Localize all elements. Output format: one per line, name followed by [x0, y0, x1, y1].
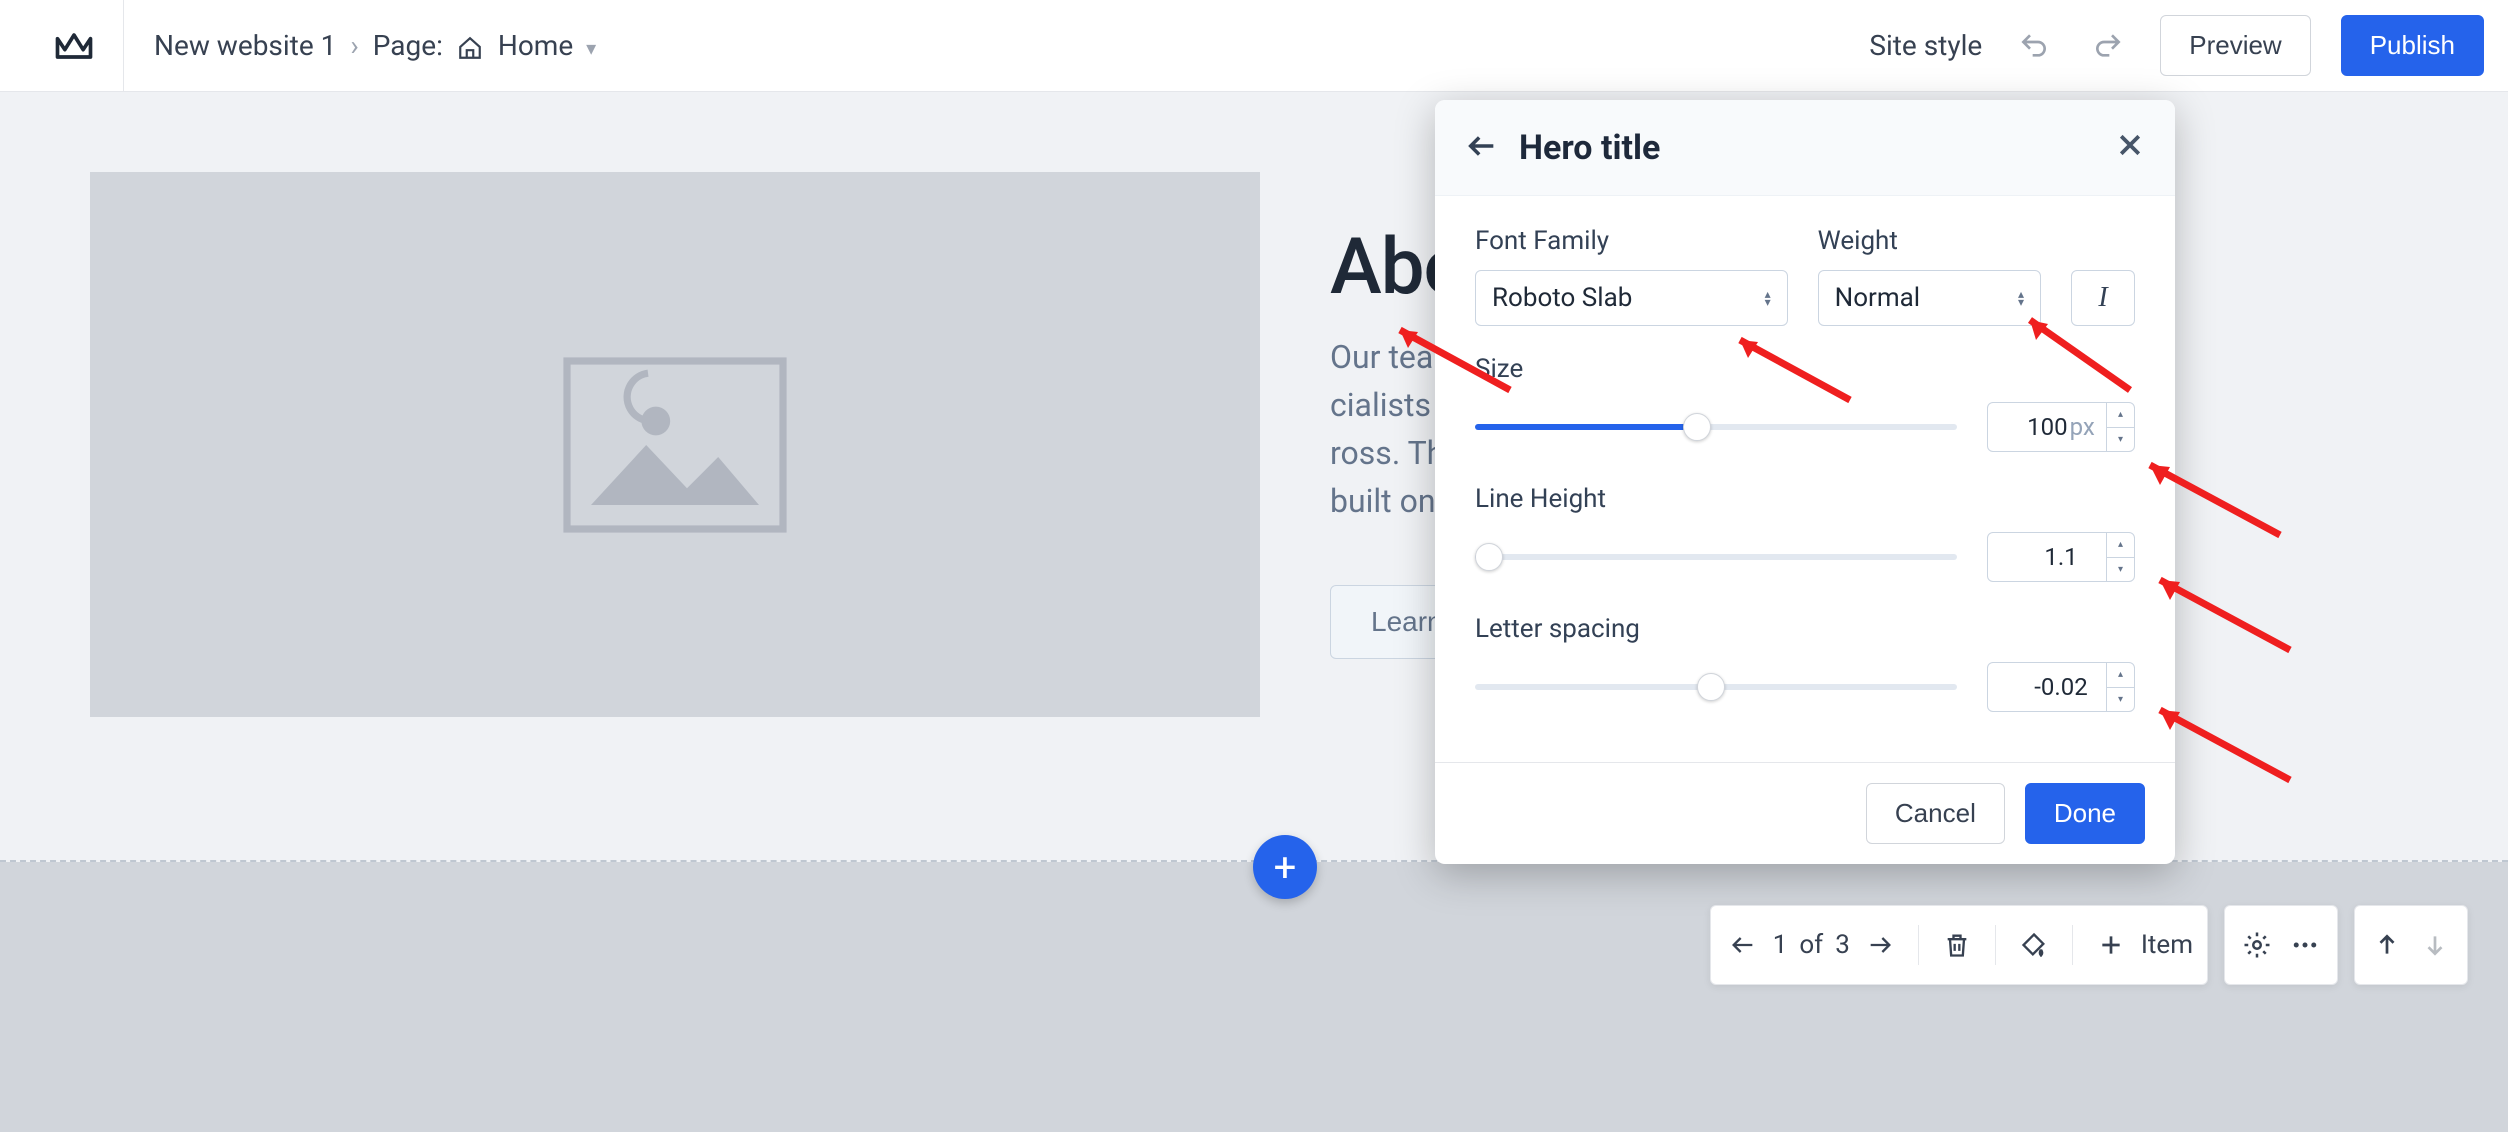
publish-button[interactable]: Publish [2341, 15, 2484, 76]
weight-label: Weight [1818, 226, 2041, 256]
spinner-arrows-icon[interactable]: ▴▾ [2106, 533, 2134, 581]
arrow-left-icon [1465, 129, 1499, 163]
panel-title: Hero title [1519, 128, 1660, 168]
page-total: 3 [1835, 930, 1850, 960]
page-name: Home [498, 29, 573, 62]
line-height-value: 1.1 [2044, 543, 2077, 571]
size-label: Size [1475, 354, 2135, 384]
page-selector[interactable]: Home ▾ [457, 29, 596, 62]
page-of: of [1799, 930, 1823, 960]
plus-icon [2098, 932, 2124, 958]
spinner-arrows-icon[interactable]: ▴▾ [2106, 403, 2134, 451]
arrow-left-icon [1729, 931, 1757, 959]
size-unit: px [2070, 413, 2095, 441]
line-height-slider[interactable] [1475, 547, 1957, 567]
prev-item-button[interactable] [1725, 927, 1761, 963]
typography-panel: Hero title Font Family Roboto Slab ▴▾ We… [1435, 100, 2175, 864]
font-family-label: Font Family [1475, 226, 1788, 256]
delete-button[interactable] [1939, 927, 1975, 963]
size-input[interactable]: 100px ▴▾ [1987, 402, 2135, 452]
home-icon [457, 29, 498, 62]
section-toolbars: 1 of 3 Item [0, 905, 2508, 985]
add-item-button[interactable] [2093, 927, 2129, 963]
letter-spacing-slider[interactable] [1475, 677, 1957, 697]
arrow-right-icon [1866, 931, 1894, 959]
letter-spacing-input[interactable]: -0.02 ▴▾ [1987, 662, 2135, 712]
arrow-up-icon [2374, 932, 2400, 958]
more-icon [2290, 930, 2320, 960]
italic-toggle[interactable]: I [2071, 270, 2135, 326]
letter-spacing-value: -0.02 [2034, 673, 2087, 701]
paint-bucket-icon [2020, 931, 2048, 959]
move-down-button[interactable] [2417, 927, 2453, 963]
move-up-button[interactable] [2369, 927, 2405, 963]
back-button[interactable] [1465, 129, 1499, 167]
site-name[interactable]: New website 1 [154, 29, 336, 62]
size-value: 100 [2027, 413, 2067, 441]
close-icon [2115, 130, 2145, 160]
picture-icon [555, 345, 795, 545]
move-toolbar [2354, 905, 2468, 985]
header-actions: Site style Preview Publish [1869, 15, 2484, 76]
gear-icon [2242, 930, 2272, 960]
chevron-right-icon: › [350, 29, 358, 62]
crown-icon [52, 24, 96, 68]
line-height-input[interactable]: 1.1 ▴▾ [1987, 532, 2135, 582]
select-arrows-icon: ▴▾ [1765, 290, 1771, 306]
font-family-select[interactable]: Roboto Slab ▴▾ [1475, 270, 1788, 326]
page-label: Page: [373, 29, 443, 62]
site-style-link[interactable]: Site style [1869, 29, 1982, 62]
add-section-button[interactable]: + [1253, 835, 1317, 899]
letter-spacing-label: Letter spacing [1475, 614, 2135, 644]
redo-icon [2092, 30, 2124, 62]
item-navigator-toolbar: 1 of 3 Item [1710, 905, 2208, 985]
app-logo[interactable] [24, 0, 124, 91]
more-button[interactable] [2287, 927, 2323, 963]
weight-value: Normal [1835, 283, 1920, 313]
caret-down-icon: ▾ [586, 36, 596, 60]
weight-select[interactable]: Normal ▴▾ [1818, 270, 2041, 326]
plus-icon: + [1274, 844, 1297, 891]
redo-button[interactable] [2086, 24, 2130, 68]
size-slider[interactable] [1475, 417, 1957, 437]
item-label: Item [2141, 930, 2193, 960]
page-current: 1 [1773, 930, 1788, 960]
image-placeholder[interactable] [90, 172, 1260, 717]
close-button[interactable] [2115, 127, 2145, 169]
undo-icon [2018, 30, 2050, 62]
arrow-down-icon [2422, 932, 2448, 958]
settings-button[interactable] [2239, 927, 2275, 963]
line-height-label: Line Height [1475, 484, 2135, 514]
breadcrumb: New website 1 › Page: Home ▾ [124, 29, 596, 62]
spinner-arrows-icon[interactable]: ▴▾ [2106, 663, 2134, 711]
settings-toolbar [2224, 905, 2338, 985]
color-button[interactable] [2016, 927, 2052, 963]
cancel-button[interactable]: Cancel [1866, 783, 2005, 844]
done-button[interactable]: Done [2025, 783, 2145, 844]
next-item-button[interactable] [1862, 927, 1898, 963]
select-arrows-icon: ▴▾ [2018, 290, 2024, 306]
preview-button[interactable]: Preview [2160, 15, 2310, 76]
font-family-value: Roboto Slab [1492, 283, 1632, 313]
app-header: New website 1 › Page: Home ▾ Site style … [0, 0, 2508, 92]
trash-icon [1943, 931, 1971, 959]
undo-button[interactable] [2012, 24, 2056, 68]
